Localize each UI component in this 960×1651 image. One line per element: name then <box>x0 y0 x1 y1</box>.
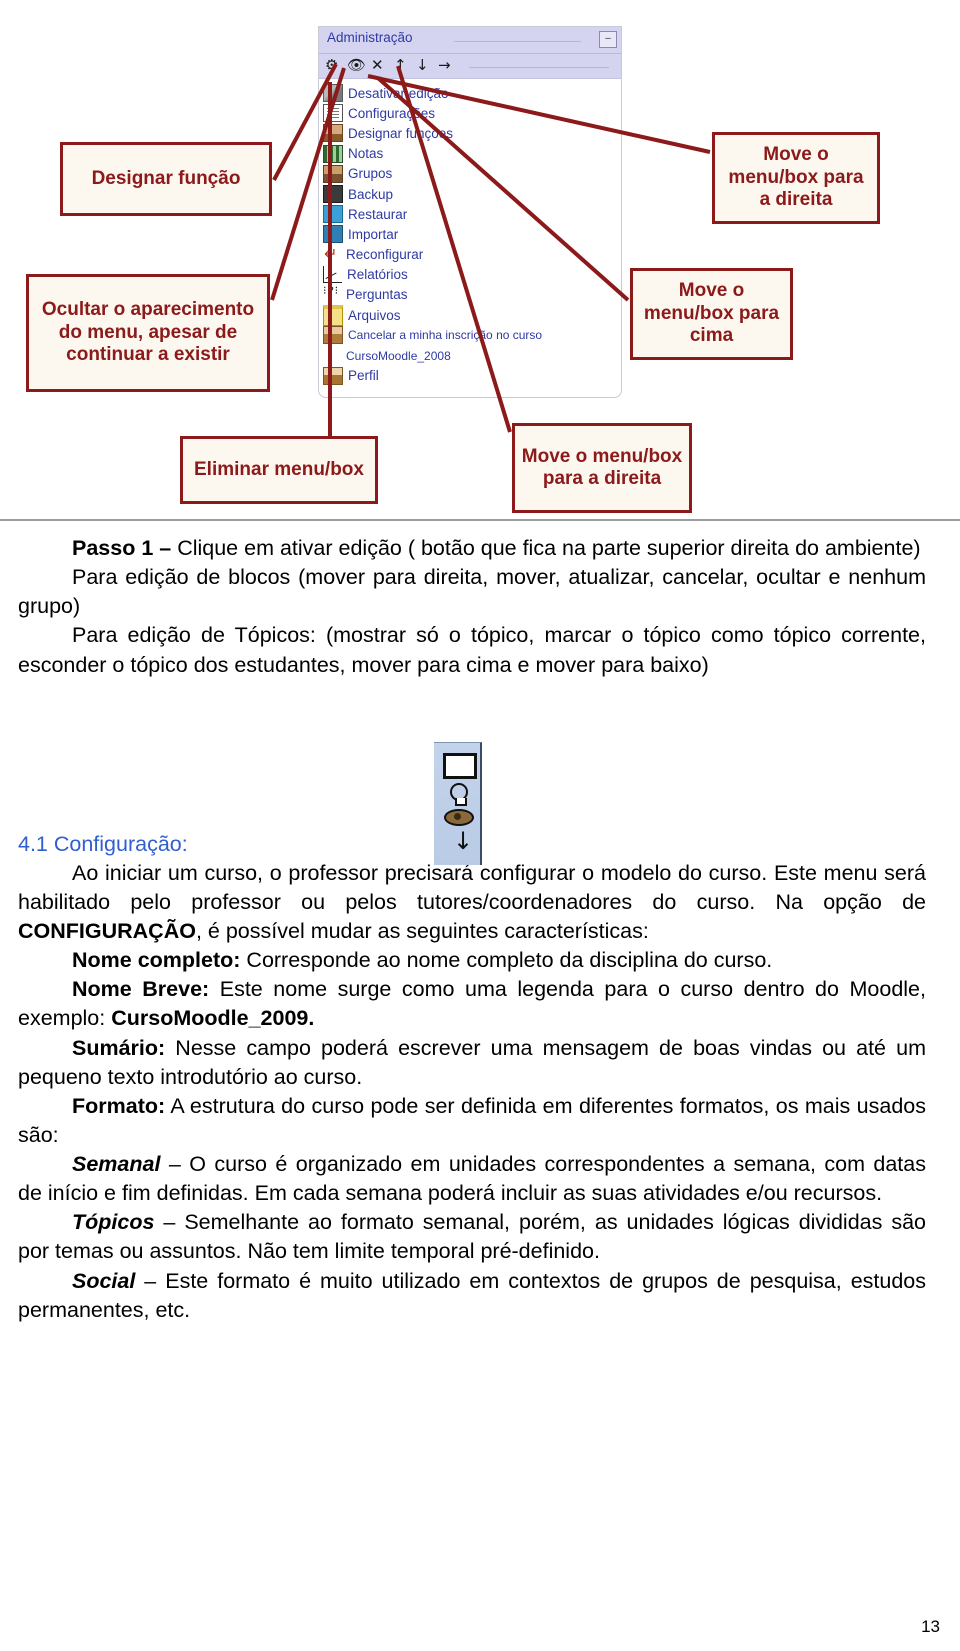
callout-move-direita-2: Move o menu/box para a direita <box>512 423 692 513</box>
callout-eliminar-menu: Eliminar menu/box <box>180 436 378 504</box>
page-number: 13 <box>921 1617 940 1636</box>
nome-breve-label: Nome Breve: <box>72 977 210 1002</box>
configuracao-bold: CONFIGURAÇÃO <box>18 919 196 943</box>
callout-ocultar-menu: Ocultar o aparecimento do menu, apesar d… <box>26 274 270 392</box>
topic-edit-toolbar-image: ↓ <box>434 742 482 865</box>
semanal-label: Semanal <box>72 1152 161 1176</box>
paragraph-intro-configuracao: Ao iniciar um curso, o professor precisa… <box>18 859 926 946</box>
sumario-label: Sumário: <box>72 1035 166 1060</box>
callout-designar-funcao: Designar função <box>60 142 272 216</box>
topicos-text: – Semelhante ao formato semanal, porém, … <box>18 1210 926 1264</box>
nome-breve-example: CursoMoodle_2009. <box>111 1006 315 1031</box>
square-icon <box>443 753 477 779</box>
nome-completo-text: Corresponde ao nome completo da discipli… <box>240 948 773 973</box>
paragraph-edicao-blocos: Para edição de blocos (mover para direit… <box>18 565 926 619</box>
callout-move-direita: Move o menu/box para a direita <box>712 132 880 224</box>
paragraph-semanal: Semanal – O curso é organizado em unidad… <box>18 1150 926 1208</box>
intro-text-2: , é possível mudar as seguintes caracter… <box>195 919 649 943</box>
formato-label: Formato: <box>72 1093 166 1118</box>
annotated-screenshot-figure: Administração – ⚙ 👁 ✕ ↑ ↓ → Desativar ed… <box>0 0 960 521</box>
social-text: – Este formato é muito utilizado em cont… <box>18 1268 926 1322</box>
lightbulb-icon <box>450 783 468 806</box>
callout-leader-lines <box>270 63 711 440</box>
nome-completo-label: Nome completo: <box>72 948 241 973</box>
eye-icon <box>444 809 474 826</box>
social-label: Social <box>72 1268 136 1293</box>
paragraph-nome-completo: Nome completo: Corresponde ao nome compl… <box>18 946 926 975</box>
paragraph-formato: Formato: A estrutura do curso pode ser d… <box>18 1092 926 1150</box>
paragraph-nome-breve: Nome Breve: Este nome surge como uma leg… <box>18 975 926 1033</box>
paragraph-sumario: Sumário: Nesse campo poderá escrever uma… <box>18 1034 926 1092</box>
topicos-label: Tópicos <box>72 1210 155 1235</box>
intro-text-1: Ao iniciar um curso, o professor precisa… <box>18 860 926 914</box>
callout-move-cima: Move o menu/box para cima <box>630 268 793 360</box>
paragraph-topicos: Tópicos – Semelhante ao formato semanal,… <box>18 1208 926 1266</box>
paragraph-social: Social – Este formato é muito utilizado … <box>18 1267 926 1325</box>
paragraph-edicao-topicos: Para edição de Tópicos: (mostrar só o tó… <box>18 623 926 677</box>
paragraph-passo1: Passo 1 – Clique em ativar edição ( botã… <box>18 534 926 563</box>
passo1-rest: Clique em ativar edição ( botão que fica… <box>171 536 921 560</box>
down-arrow-icon: ↓ <box>453 827 474 855</box>
passo1-label: Passo 1 – <box>72 536 172 560</box>
document-body: Passo 1 – Clique em ativar edição ( botã… <box>18 534 926 1325</box>
